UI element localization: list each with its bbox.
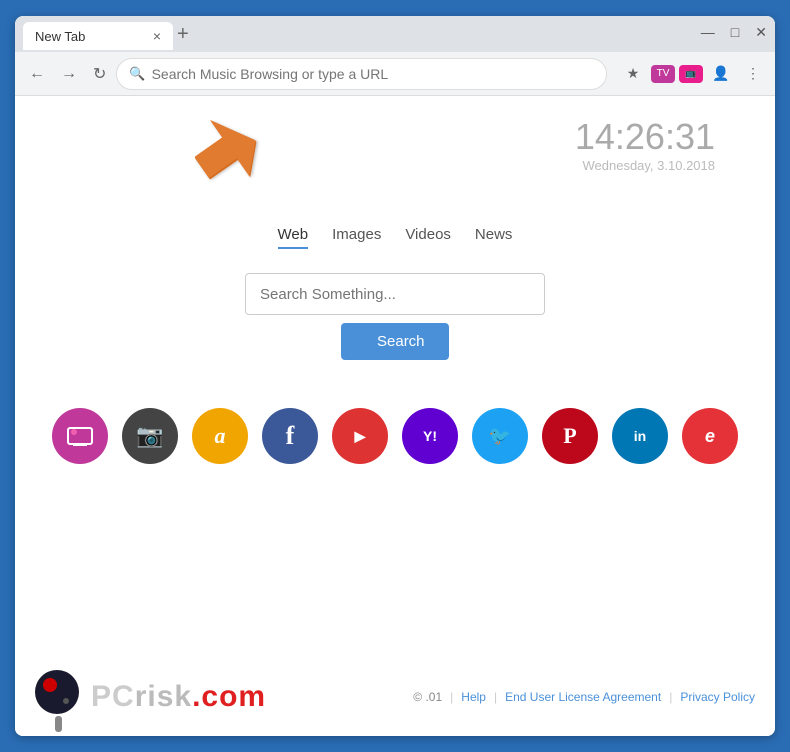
new-tab-button[interactable]: + bbox=[177, 23, 189, 46]
search-button[interactable]: Search bbox=[341, 323, 449, 360]
footer-logo: PCrisk.com bbox=[35, 670, 266, 724]
forward-button[interactable]: → bbox=[55, 61, 83, 87]
footer-sep-3: | bbox=[669, 690, 672, 704]
page-content: 14:26:31 Wednesday, 3.10.2018 Web Images… bbox=[15, 96, 775, 736]
clock-time: 14:26:31 bbox=[575, 116, 715, 158]
social-icon-tv[interactable] bbox=[52, 408, 108, 464]
pinterest-icon: P bbox=[563, 423, 576, 449]
arrow-svg bbox=[195, 106, 285, 196]
twitter-icon: 🐦 bbox=[489, 426, 511, 447]
browser-tab[interactable]: New Tab × bbox=[23, 22, 173, 50]
footer-help-link[interactable]: Help bbox=[461, 690, 486, 704]
amazon-icon: a bbox=[215, 423, 226, 449]
arrow-indicator bbox=[195, 106, 285, 201]
social-icon-linkedin[interactable]: in bbox=[612, 408, 668, 464]
social-icons: 📷 a f ▶ Y! 🐦 P bbox=[52, 408, 738, 464]
clock-area: 14:26:31 Wednesday, 3.10.2018 bbox=[575, 116, 715, 173]
tab-images[interactable]: Images bbox=[332, 226, 381, 249]
footer-links: © .01 | Help | End User License Agreemen… bbox=[413, 690, 755, 704]
footer-copyright: © .01 bbox=[413, 690, 442, 704]
logo-dot bbox=[63, 698, 69, 704]
social-icon-yahoo[interactable]: Y! bbox=[402, 408, 458, 464]
search-tabs: Web Images Videos News bbox=[278, 226, 513, 249]
search-input[interactable] bbox=[245, 273, 545, 315]
nav-icons: ★ TV 📺 👤 ⋮ bbox=[619, 60, 767, 88]
back-button[interactable]: ← bbox=[23, 61, 51, 87]
footer-sep-2: | bbox=[494, 690, 497, 704]
social-icon-amazon[interactable]: a bbox=[192, 408, 248, 464]
nav-bar: ← → ↻ 🔍 ★ TV 📺 👤 ⋮ bbox=[15, 52, 775, 96]
tab-title: New Tab bbox=[35, 29, 85, 44]
tab-news[interactable]: News bbox=[475, 226, 513, 249]
social-icon-twitter[interactable]: 🐦 bbox=[472, 408, 528, 464]
social-icon-instagram[interactable]: 📷 bbox=[122, 408, 178, 464]
tab-close-button[interactable]: × bbox=[153, 28, 161, 44]
youtube-icon: ▶ bbox=[355, 428, 366, 445]
social-icon-pinterest[interactable]: P bbox=[542, 408, 598, 464]
ebay-icon: e bbox=[705, 426, 715, 447]
reload-button[interactable]: ↻ bbox=[87, 60, 112, 88]
address-search-icon: 🔍 bbox=[129, 66, 145, 82]
title-bar: New Tab × + — □ ✕ bbox=[15, 16, 775, 52]
tv-icon bbox=[66, 424, 94, 448]
facebook-icon: f bbox=[286, 421, 295, 451]
instagram-icon: 📷 bbox=[136, 423, 163, 449]
profile-icon[interactable]: 👤 bbox=[707, 60, 735, 88]
social-icon-ebay[interactable]: e bbox=[682, 408, 738, 464]
logo-handle bbox=[55, 716, 62, 732]
social-icon-facebook[interactable]: f bbox=[262, 408, 318, 464]
footer-sep-1: | bbox=[450, 690, 453, 704]
window-controls: — □ ✕ bbox=[701, 24, 767, 45]
address-bar[interactable]: 🔍 bbox=[116, 58, 607, 90]
page-footer: PCrisk.com © .01 | Help | End User Licen… bbox=[15, 658, 775, 736]
clock-date: Wednesday, 3.10.2018 bbox=[575, 158, 715, 173]
menu-icon[interactable]: ⋮ bbox=[739, 60, 767, 88]
linkedin-icon: in bbox=[634, 428, 646, 444]
footer-eula-link[interactable]: End User License Agreement bbox=[505, 690, 661, 704]
tab-videos[interactable]: Videos bbox=[405, 226, 451, 249]
cast-icon[interactable]: 📺 bbox=[679, 65, 703, 83]
search-section: Web Images Videos News Search bbox=[15, 226, 775, 464]
logo-red-circle bbox=[43, 678, 57, 692]
footer-brand-text: PCrisk.com bbox=[91, 680, 266, 714]
search-box-wrapper: Search bbox=[245, 273, 545, 360]
bookmark-icon[interactable]: ★ bbox=[619, 60, 647, 88]
yahoo-icon: Y! bbox=[423, 428, 437, 444]
address-input[interactable] bbox=[152, 66, 594, 82]
logo-ball bbox=[35, 670, 79, 714]
logo-icon bbox=[35, 670, 79, 724]
browser-window: New Tab × + — □ ✕ ← → ↻ 🔍 ★ TV 📺 👤 ⋮ bbox=[15, 16, 775, 736]
social-icon-youtube[interactable]: ▶ bbox=[332, 408, 388, 464]
footer-privacy-link[interactable]: Privacy Policy bbox=[680, 690, 755, 704]
minimize-button[interactable]: — bbox=[701, 24, 715, 40]
tv-icon[interactable]: TV bbox=[651, 65, 675, 83]
tab-web[interactable]: Web bbox=[278, 226, 309, 249]
maximize-button[interactable]: □ bbox=[731, 24, 739, 40]
window-close-button[interactable]: ✕ bbox=[755, 24, 767, 41]
